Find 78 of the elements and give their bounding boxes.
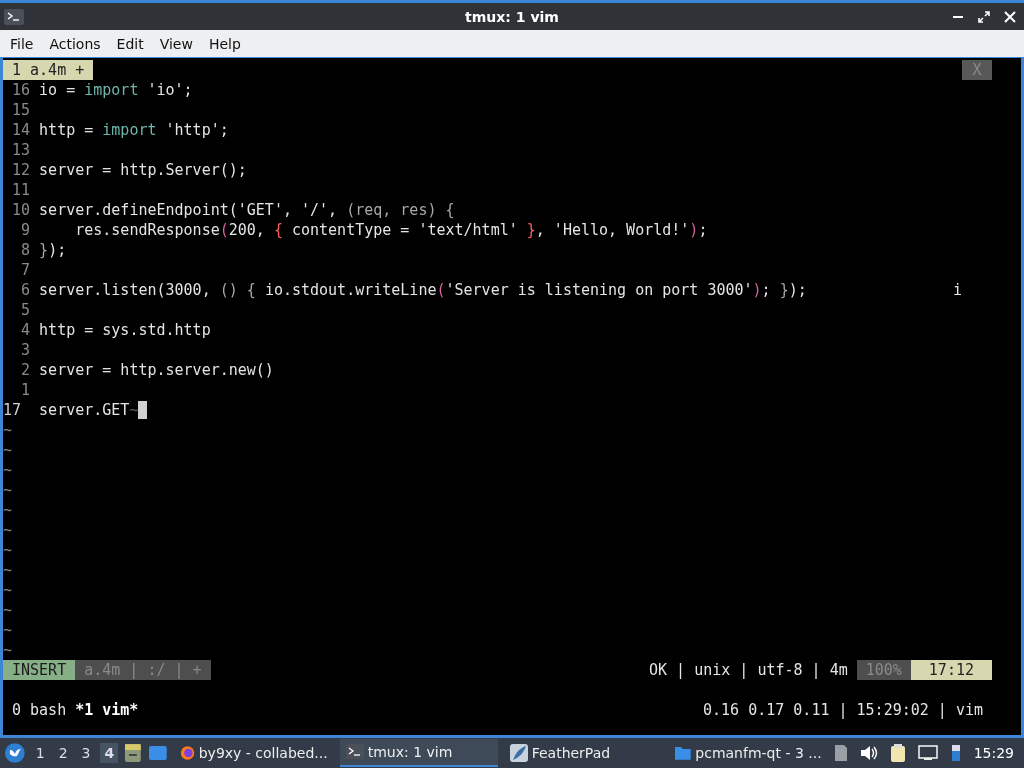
document-icon[interactable] (833, 744, 848, 762)
empty-line-marker: ~ (3, 580, 13, 600)
line-number: 5 (20, 300, 31, 320)
empty-line-marker: ~ (3, 460, 13, 480)
workspace-button[interactable]: 4 (100, 743, 119, 763)
line-number: 12 (11, 160, 31, 180)
code-line: http = import 'http'; (39, 120, 229, 140)
code-line: server.defineEndpoint('GET', '/', (req, res) { (39, 200, 455, 220)
workspace-button[interactable]: 1 (31, 743, 49, 763)
tmux-window[interactable]: *1 vim* (75, 700, 139, 720)
menu-item[interactable]: View (151, 35, 201, 52)
empty-line-marker: ~ (3, 640, 13, 660)
tmux-window[interactable]: 0 bash (12, 700, 67, 720)
terminal-icon (345, 743, 364, 761)
status-segment: 100% (856, 660, 911, 680)
taskbar-button[interactable]: tmux: 1 vim (339, 739, 498, 767)
line-number: 8 (20, 240, 31, 260)
line-number: 14 (11, 120, 31, 140)
code-line: server = http.server.new() (39, 360, 274, 380)
line-number: 6 (20, 280, 31, 300)
code-text: i (952, 280, 962, 300)
cursor-position: 17:12 (910, 660, 992, 680)
code-line: server = http.Server(); (39, 160, 247, 180)
empty-line-marker: ~ (3, 560, 13, 580)
code-line: server.GET (39, 400, 130, 420)
workspace-button[interactable]: 3 (77, 743, 95, 763)
empty-line-marker: ~ (3, 540, 13, 560)
menu-item[interactable]: Edit (108, 35, 152, 52)
code-line: }); (39, 240, 67, 260)
empty-line-marker: ~ (3, 520, 13, 540)
close-icon[interactable] (1004, 10, 1016, 23)
mode-indicator: INSERT (3, 660, 76, 680)
empty-line-marker: ~ (3, 620, 13, 640)
menu-item[interactable]: Actions (41, 35, 109, 52)
taskbar-button[interactable]: pcmanfm-qt - 3 ... (667, 739, 828, 767)
empty-line-marker: ~ (3, 440, 13, 460)
line-number: 4 (20, 320, 31, 340)
file-manager-icon[interactable] (124, 743, 142, 763)
code-line: res.sendResponse(200, { contentType = 'text/html' }, 'Hello, World!'); (74, 220, 708, 240)
line-number: 16 (11, 80, 31, 100)
clock: 15:29 (973, 745, 1014, 761)
empty-line-marker: ~ (3, 600, 13, 620)
feather-icon (509, 744, 528, 762)
menu-item[interactable]: File (2, 35, 42, 52)
line-number: 15 (11, 100, 31, 120)
tab[interactable]: 1 a.4m + (3, 60, 94, 80)
terminal-icon (4, 8, 24, 25)
code-line: io = import 'io'; (39, 80, 193, 100)
speaker-icon[interactable] (859, 745, 878, 761)
code-line: server.listen(3000, () { io.stdout.writeLine('Server is listening on port 3000'); }); (39, 280, 807, 300)
line-number: 13 (11, 140, 31, 160)
window-title: tmux: 1 vim (464, 8, 560, 25)
desktop-icon[interactable] (147, 744, 168, 762)
end-of-line-marker: ~ (129, 400, 139, 420)
workspace-button[interactable]: 2 (54, 743, 72, 763)
taskbar-button[interactable]: by9xy - collabed... (173, 739, 334, 767)
empty-line-marker: ~ (3, 500, 13, 520)
line-number: 11 (11, 180, 31, 200)
tmux-status: 0.16 0.17 0.11 | 15:29:02 | vim (703, 700, 983, 720)
line-number: 9 (20, 220, 31, 240)
clipboard-icon[interactable] (889, 743, 906, 763)
empty-line-marker: ~ (3, 420, 13, 440)
code-line: http = sys.std.http (39, 320, 211, 340)
empty-line-marker: ~ (3, 480, 13, 500)
maximize-icon[interactable] (978, 10, 990, 23)
line-number: 10 (11, 200, 31, 220)
taskbar-button[interactable]: FeatherPad (503, 739, 662, 767)
folder-icon (673, 744, 692, 762)
line-number: 2 (20, 360, 31, 380)
menu-item[interactable]: Help (200, 35, 249, 52)
line-number: 3 (20, 340, 31, 360)
status-segment: a.4m | :/ | + (75, 660, 211, 680)
status-text: OK | unix | utf-8 | 4m (648, 660, 849, 680)
line-number: 17 (3, 400, 23, 420)
line-number: 1 (20, 380, 31, 400)
line-number: 7 (20, 260, 31, 280)
browser-icon (179, 744, 195, 762)
start-menu-icon[interactable] (4, 742, 26, 764)
